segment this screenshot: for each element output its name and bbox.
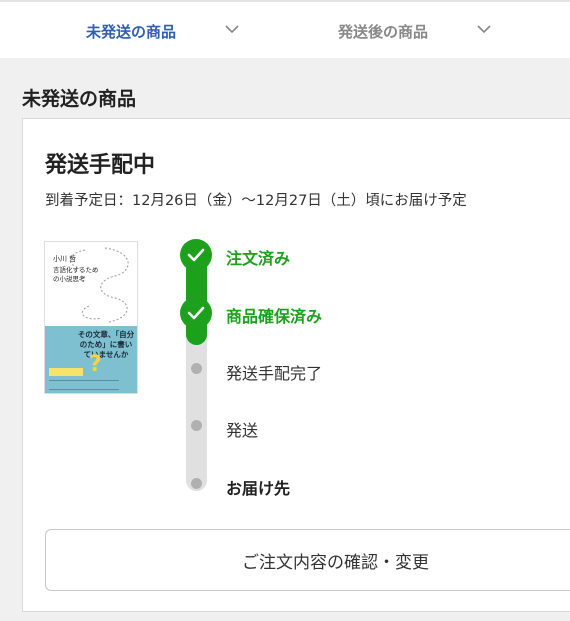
shipment-status: 発送手配中 xyxy=(45,153,156,178)
confirm-order-label: ご注文内容の確認・変更 xyxy=(242,552,429,573)
book-cover-mark: ? xyxy=(89,352,102,377)
step-delivery-destination: お届け先 xyxy=(226,479,291,498)
step-shipped: 発送 xyxy=(226,421,259,440)
estimated-arrival: 到着予定日：12月26日（金）〜12月27日（土）頃にお届け予定 xyxy=(45,193,467,209)
product-thumbnail[interactable]: 小川 哲 言語化するための小説思考 その文章、「自分のため」に書いていませんか … xyxy=(44,241,138,394)
book-author: 小川 哲 xyxy=(53,255,77,263)
chevron-down-icon[interactable] xyxy=(224,24,240,34)
book-title: 言語化するための小説思考 xyxy=(53,266,99,283)
step-pending-dot xyxy=(191,420,202,431)
chevron-down-icon[interactable] xyxy=(476,24,492,34)
book-cover-lines xyxy=(49,380,119,390)
tab-shipped-label: 発送後の商品 xyxy=(338,22,429,41)
step-item-secured: 商品確保済み xyxy=(226,307,323,326)
section-title: 未発送の商品 xyxy=(22,88,137,110)
step-ordered: 注文済み xyxy=(226,249,291,268)
confirm-order-button[interactable]: ご注文内容の確認・変更 xyxy=(45,529,570,591)
book-cover-quote: その文章、「自分のため」に書いていませんか xyxy=(77,330,135,359)
step-pending-dot xyxy=(191,363,202,374)
check-icon xyxy=(180,297,212,329)
step-pending-dot xyxy=(191,478,202,489)
step-shipping-arranged: 発送手配完了 xyxy=(226,364,323,383)
book-cover-band xyxy=(49,368,83,376)
book-cover-top: 小川 哲 言語化するための小説思考 xyxy=(45,242,137,326)
tab-shipped[interactable]: 発送後の商品 xyxy=(338,2,428,60)
shipment-card: 発送手配中 到着予定日：12月26日（金）〜12月27日（土）頃にお届け予定 小… xyxy=(22,118,570,612)
order-tab-bar: 未発送の商品 発送後の商品 xyxy=(0,0,570,58)
tab-unshipped-label: 未発送の商品 xyxy=(86,22,177,41)
check-icon xyxy=(180,239,212,271)
book-cover-bottom: その文章、「自分のため」に書いていませんか ? xyxy=(45,326,137,393)
tab-unshipped[interactable]: 未発送の商品 xyxy=(86,2,176,60)
